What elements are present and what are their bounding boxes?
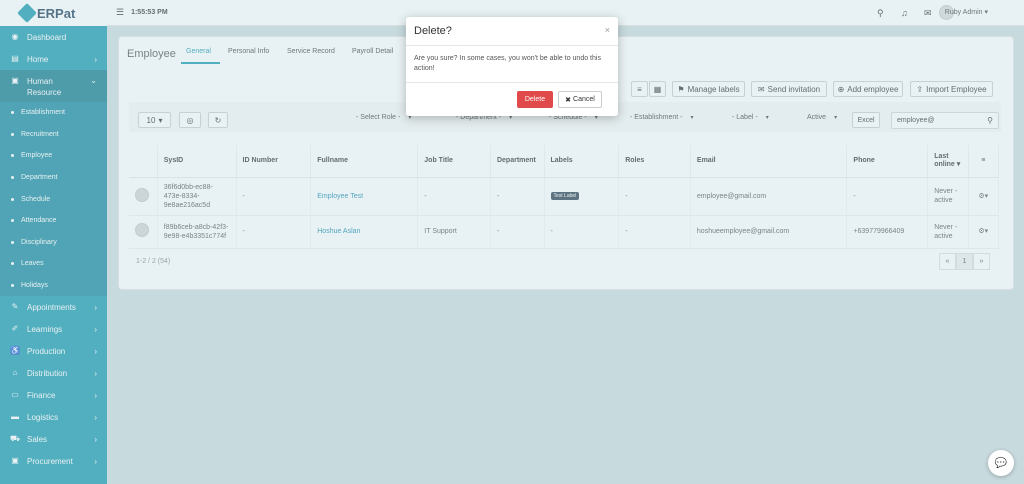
dialog-title: Delete? — [414, 25, 452, 37]
cancel-button[interactable]: ✖ Cancel — [558, 91, 602, 108]
delete-button[interactable]: Delete — [517, 91, 553, 108]
close-icon[interactable]: × — [605, 25, 610, 35]
button-label: Cancel — [573, 96, 595, 103]
chat-icon: 💬 — [994, 457, 1008, 469]
divider — [406, 82, 618, 83]
dialog-message: Are you sure? In some cases, you won't b… — [414, 55, 601, 72]
delete-confirm-dialog: Delete? × Are you sure? In some cases, y… — [406, 17, 618, 116]
divider — [406, 45, 618, 46]
chat-button[interactable]: 💬 — [988, 450, 1014, 476]
close-icon: ✖ — [565, 96, 572, 104]
